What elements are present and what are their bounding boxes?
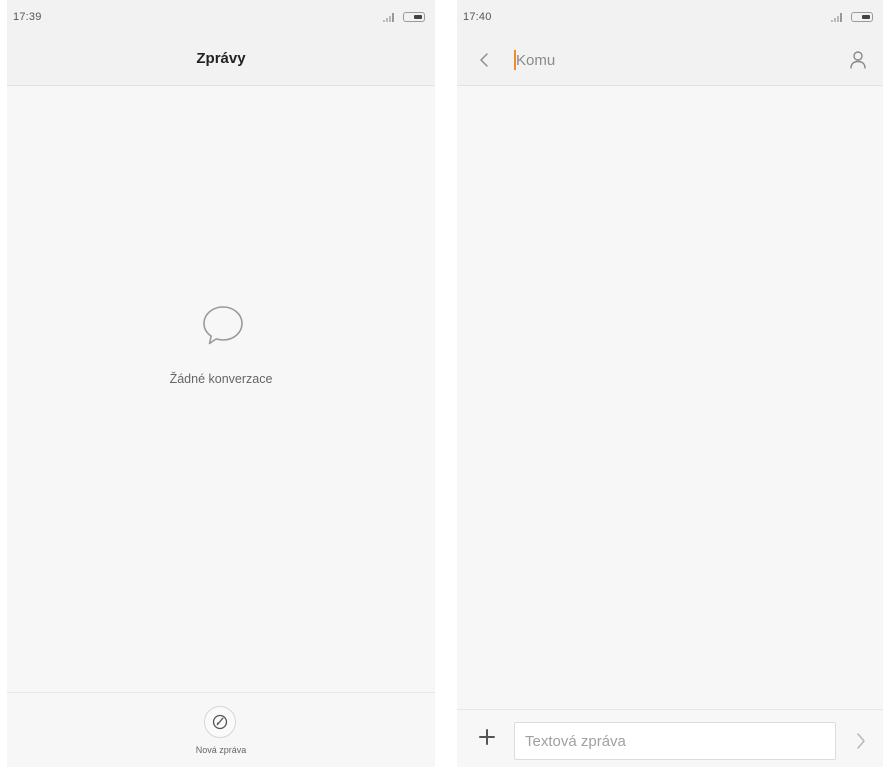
status-time: 17:39 xyxy=(13,11,42,23)
battery-icon xyxy=(403,12,425,22)
empty-state-text: Žádné konverzace xyxy=(169,372,273,386)
status-icons xyxy=(383,12,429,24)
new-message-button[interactable] xyxy=(204,706,236,738)
bottom-bar: Nová zpráva xyxy=(7,692,435,767)
speech-bubble-icon xyxy=(203,306,243,345)
battery-icon xyxy=(851,12,873,22)
chevron-left-icon[interactable] xyxy=(473,47,497,73)
signal-icon xyxy=(383,13,394,22)
status-icons xyxy=(831,12,877,24)
recipient-header xyxy=(457,36,883,86)
person-icon[interactable] xyxy=(847,48,869,72)
inbox-screen: 17:39 Zprávy Žádné konverzace Nová zpráv… xyxy=(7,0,435,767)
status-bar: 17:40 xyxy=(457,0,883,36)
app-header: Zprávy xyxy=(7,36,435,86)
message-input[interactable] xyxy=(514,722,836,760)
status-bar: 17:39 xyxy=(7,0,435,36)
new-message-label: Nová zpráva xyxy=(195,745,247,755)
page-title: Zprávy xyxy=(196,50,246,67)
plus-icon[interactable] xyxy=(477,727,497,747)
recipient-input[interactable] xyxy=(513,48,813,72)
text-cursor xyxy=(514,50,516,70)
status-time: 17:40 xyxy=(463,11,492,23)
message-composer xyxy=(457,709,883,767)
compose-screen: 17:40 xyxy=(457,0,883,767)
signal-icon xyxy=(831,13,842,22)
compose-icon xyxy=(212,714,228,730)
chevron-right-icon[interactable] xyxy=(853,730,869,752)
